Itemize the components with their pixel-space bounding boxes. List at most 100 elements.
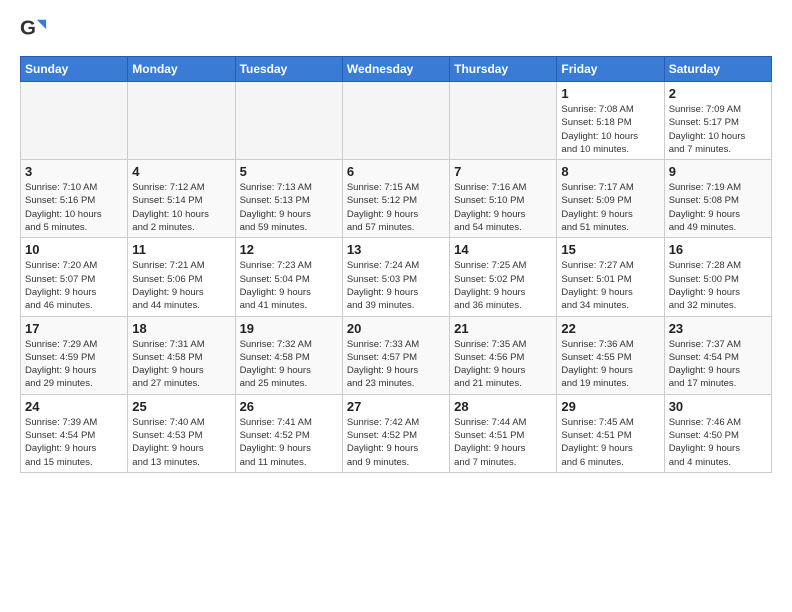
day-number: 3	[25, 164, 123, 179]
day-info: Sunrise: 7:32 AM Sunset: 4:58 PM Dayligh…	[240, 338, 338, 391]
weekday-header-thursday: Thursday	[450, 57, 557, 82]
day-number: 30	[669, 399, 767, 414]
calendar-cell: 23Sunrise: 7:37 AM Sunset: 4:54 PM Dayli…	[664, 316, 771, 394]
page: G SundayMondayTuesdayWednesdayThursdayFr…	[0, 0, 792, 483]
calendar-cell	[235, 82, 342, 160]
calendar-cell: 11 Sunrise: 7:21 AM Sunset: 5:06 PM Dayli…	[128, 238, 235, 316]
day-number: 14	[454, 242, 552, 257]
calendar-cell: 21Sunrise: 7:35 AM Sunset: 4:56 PM Dayli…	[450, 316, 557, 394]
weekday-header-tuesday: Tuesday	[235, 57, 342, 82]
day-info: Sunrise: 7:37 AM Sunset: 4:54 PM Dayligh…	[669, 338, 767, 391]
day-info: Sunrise: 7:33 AM Sunset: 4:57 PM Dayligh…	[347, 338, 445, 391]
calendar-cell	[450, 82, 557, 160]
calendar-cell: 10 Sunrise: 7:20 AM Sunset: 5:07 PM Dayli…	[21, 238, 128, 316]
calendar-cell: 25 Sunrise: 7:40 AM Sunset: 4:53 PM Dayli…	[128, 394, 235, 472]
day-number: 28	[454, 399, 552, 414]
day-info: Sunrise: 7:16 AM Sunset: 5:10 PM Dayligh…	[454, 181, 552, 234]
calendar-cell: 29 Sunrise: 7:45 AM Sunset: 4:51 PM Dayli…	[557, 394, 664, 472]
day-number: 12	[240, 242, 338, 257]
day-number: 26	[240, 399, 338, 414]
weekday-header-friday: Friday	[557, 57, 664, 82]
day-info: Sunrise: 7:13 AM Sunset: 5:13 PM Dayligh…	[240, 181, 338, 234]
day-info: Sunrise: 7:19 AM Sunset: 5:08 PM Dayligh…	[669, 181, 767, 234]
day-info: Sunrise: 7:17 AM Sunset: 5:09 PM Dayligh…	[561, 181, 659, 234]
calendar-cell: 13Sunrise: 7:24 AM Sunset: 5:03 PM Dayli…	[342, 238, 449, 316]
day-number: 4	[132, 164, 230, 179]
day-info: Sunrise: 7:27 AM Sunset: 5:01 PM Dayligh…	[561, 259, 659, 312]
day-info: Sunrise: 7:25 AM Sunset: 5:02 PM Dayligh…	[454, 259, 552, 312]
day-number: 11	[132, 242, 230, 257]
svg-text:G: G	[20, 17, 36, 40]
weekday-header-monday: Monday	[128, 57, 235, 82]
day-info: Sunrise: 7:23 AM Sunset: 5:04 PM Dayligh…	[240, 259, 338, 312]
day-info: Sunrise: 7:12 AM Sunset: 5:14 PM Dayligh…	[132, 181, 230, 234]
day-info: Sunrise: 7:29 AM Sunset: 4:59 PM Dayligh…	[25, 338, 123, 391]
day-info: Sunrise: 7:15 AM Sunset: 5:12 PM Dayligh…	[347, 181, 445, 234]
day-info: Sunrise: 7:20 AM Sunset: 5:07 PM Dayligh…	[25, 259, 123, 312]
day-number: 16	[669, 242, 767, 257]
day-info: Sunrise: 7:09 AM Sunset: 5:17 PM Dayligh…	[669, 103, 767, 156]
day-number: 9	[669, 164, 767, 179]
calendar-week-row: 10 Sunrise: 7:20 AM Sunset: 5:07 PM Dayli…	[21, 238, 772, 316]
day-info: Sunrise: 7:41 AM Sunset: 4:52 PM Dayligh…	[240, 416, 338, 469]
calendar-cell: 15 Sunrise: 7:27 AM Sunset: 5:01 PM Dayli…	[557, 238, 664, 316]
day-info: Sunrise: 7:31 AM Sunset: 4:58 PM Dayligh…	[132, 338, 230, 391]
day-info: Sunrise: 7:44 AM Sunset: 4:51 PM Dayligh…	[454, 416, 552, 469]
calendar-cell: 22 Sunrise: 7:36 AM Sunset: 4:55 PM Dayli…	[557, 316, 664, 394]
day-number: 24	[25, 399, 123, 414]
calendar-cell: 3Sunrise: 7:10 AM Sunset: 5:16 PM Daylig…	[21, 160, 128, 238]
day-info: Sunrise: 7:46 AM Sunset: 4:50 PM Dayligh…	[669, 416, 767, 469]
calendar-cell: 7 Sunrise: 7:16 AM Sunset: 5:10 PM Daylig…	[450, 160, 557, 238]
day-info: Sunrise: 7:42 AM Sunset: 4:52 PM Dayligh…	[347, 416, 445, 469]
day-number: 27	[347, 399, 445, 414]
calendar-week-row: 3Sunrise: 7:10 AM Sunset: 5:16 PM Daylig…	[21, 160, 772, 238]
calendar-cell: 16 Sunrise: 7:28 AM Sunset: 5:00 PM Dayli…	[664, 238, 771, 316]
day-info: Sunrise: 7:08 AM Sunset: 5:18 PM Dayligh…	[561, 103, 659, 156]
calendar-cell: 28 Sunrise: 7:44 AM Sunset: 4:51 PM Dayli…	[450, 394, 557, 472]
calendar-cell: 2Sunrise: 7:09 AM Sunset: 5:17 PM Daylig…	[664, 82, 771, 160]
day-number: 1	[561, 86, 659, 101]
day-info: Sunrise: 7:36 AM Sunset: 4:55 PM Dayligh…	[561, 338, 659, 391]
weekday-header-wednesday: Wednesday	[342, 57, 449, 82]
day-number: 7	[454, 164, 552, 179]
calendar-cell: 18 Sunrise: 7:31 AM Sunset: 4:58 PM Dayli…	[128, 316, 235, 394]
logo-icon: G	[20, 16, 48, 44]
calendar-cell: 6 Sunrise: 7:15 AM Sunset: 5:12 PM Daylig…	[342, 160, 449, 238]
calendar-cell: 9 Sunrise: 7:19 AM Sunset: 5:08 PM Daylig…	[664, 160, 771, 238]
calendar: SundayMondayTuesdayWednesdayThursdayFrid…	[20, 56, 772, 473]
day-number: 15	[561, 242, 659, 257]
calendar-cell: 4 Sunrise: 7:12 AM Sunset: 5:14 PM Daylig…	[128, 160, 235, 238]
weekday-header-sunday: Sunday	[21, 57, 128, 82]
calendar-cell: 1 Sunrise: 7:08 AM Sunset: 5:18 PM Daylig…	[557, 82, 664, 160]
calendar-week-row: 1 Sunrise: 7:08 AM Sunset: 5:18 PM Daylig…	[21, 82, 772, 160]
day-info: Sunrise: 7:21 AM Sunset: 5:06 PM Dayligh…	[132, 259, 230, 312]
day-info: Sunrise: 7:45 AM Sunset: 4:51 PM Dayligh…	[561, 416, 659, 469]
calendar-cell	[342, 82, 449, 160]
day-number: 25	[132, 399, 230, 414]
calendar-cell: 30 Sunrise: 7:46 AM Sunset: 4:50 PM Dayli…	[664, 394, 771, 472]
calendar-cell: 17 Sunrise: 7:29 AM Sunset: 4:59 PM Dayli…	[21, 316, 128, 394]
calendar-cell: 19 Sunrise: 7:32 AM Sunset: 4:58 PM Dayli…	[235, 316, 342, 394]
day-number: 6	[347, 164, 445, 179]
logo: G	[20, 16, 50, 44]
day-number: 18	[132, 321, 230, 336]
calendar-cell: 24Sunrise: 7:39 AM Sunset: 4:54 PM Dayli…	[21, 394, 128, 472]
day-number: 29	[561, 399, 659, 414]
day-info: Sunrise: 7:28 AM Sunset: 5:00 PM Dayligh…	[669, 259, 767, 312]
calendar-cell: 5Sunrise: 7:13 AM Sunset: 5:13 PM Daylig…	[235, 160, 342, 238]
day-number: 20	[347, 321, 445, 336]
calendar-cell	[128, 82, 235, 160]
calendar-cell: 12 Sunrise: 7:23 AM Sunset: 5:04 PM Dayli…	[235, 238, 342, 316]
day-number: 8	[561, 164, 659, 179]
day-number: 22	[561, 321, 659, 336]
calendar-header-row: SundayMondayTuesdayWednesdayThursdayFrid…	[21, 57, 772, 82]
day-info: Sunrise: 7:40 AM Sunset: 4:53 PM Dayligh…	[132, 416, 230, 469]
calendar-cell: 14 Sunrise: 7:25 AM Sunset: 5:02 PM Dayli…	[450, 238, 557, 316]
day-number: 10	[25, 242, 123, 257]
day-number: 13	[347, 242, 445, 257]
day-number: 17	[25, 321, 123, 336]
calendar-cell: 8 Sunrise: 7:17 AM Sunset: 5:09 PM Daylig…	[557, 160, 664, 238]
calendar-week-row: 24Sunrise: 7:39 AM Sunset: 4:54 PM Dayli…	[21, 394, 772, 472]
day-number: 19	[240, 321, 338, 336]
header: G	[20, 16, 772, 44]
